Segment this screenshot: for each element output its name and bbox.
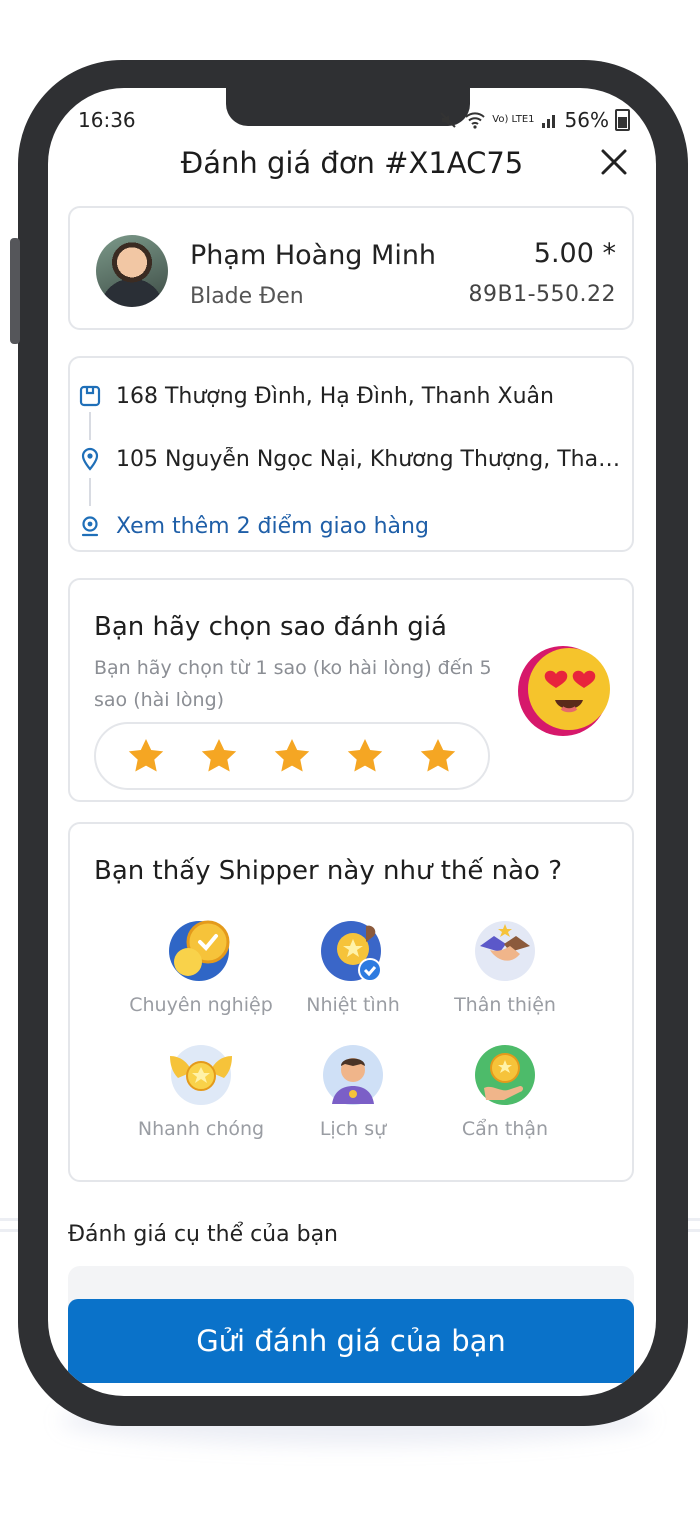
app-screen: 16:36 Vo) LTE1 56% Đánh giá đơn #X1AC75 … <box>48 88 656 1396</box>
winged-star-icon <box>170 1045 232 1105</box>
pickup-address: 168 Thượng Đình, Hạ Đình, Thanh Xuân <box>116 384 554 409</box>
avatar <box>96 235 168 307</box>
handshake-icon <box>475 921 535 981</box>
close-icon[interactable] <box>594 142 634 182</box>
network-label: Vo) LTE1 <box>492 114 535 125</box>
rating-subtitle: Bạn hãy chọn từ 1 sao (ko hài lòng) đến … <box>94 657 492 711</box>
wifi-icon <box>465 112 485 129</box>
star-icon[interactable] <box>272 736 312 776</box>
license-plate: 89B1-550.22 <box>468 282 616 307</box>
driver-vehicle: Blade Đen <box>190 284 304 309</box>
status-time: 16:36 <box>78 108 136 132</box>
badge-professional[interactable]: Chuyên nghiệp <box>126 918 276 1022</box>
badge-label: Chuyên nghiệp <box>129 994 273 1016</box>
badge-label: Lịch sự <box>319 1118 387 1140</box>
route-connector <box>89 478 91 506</box>
battery-icon <box>615 109 630 131</box>
more-stops-link[interactable]: Xem thêm 2 điểm giao hàng <box>116 514 626 539</box>
signal-icon <box>541 115 555 128</box>
star-icon[interactable] <box>199 736 239 776</box>
badge-label: Cẩn thận <box>461 1118 549 1140</box>
dropoff-address: 105 Nguyễn Ngọc Nại, Khương Thượng, Than… <box>116 447 626 472</box>
star-rating-card: Bạn hãy chọn sao đánh giá Bạn hãy chọn t… <box>68 578 634 802</box>
badge-polite[interactable]: Lịch sự <box>278 1042 428 1146</box>
more-stops-icon <box>81 516 99 537</box>
phone-side-button <box>10 238 20 344</box>
feedback-title: Bạn thấy Shipper này như thế nào ? <box>94 856 563 886</box>
page-title: Đánh giá đơn #X1AC75 <box>180 146 524 180</box>
badge-careful[interactable]: Cẩn thận <box>430 1042 580 1146</box>
detail-review-label: Đánh giá cụ thể của bạn <box>68 1222 338 1247</box>
polite-person-icon <box>323 1045 383 1105</box>
badge-label: Nhanh chóng <box>137 1118 265 1140</box>
enthusiastic-hand-star-icon <box>321 921 382 982</box>
star-selector <box>94 722 490 790</box>
driver-name: Phạm Hoàng Minh <box>190 240 437 271</box>
mute-icon <box>440 112 457 128</box>
route-connector <box>89 412 91 440</box>
badge-label: Nhiệt tình <box>306 994 400 1016</box>
star-icon[interactable] <box>418 736 458 776</box>
driver-card: Phạm Hoàng Minh Blade Đen 5.00 * 89B1-55… <box>68 206 634 330</box>
star-icon[interactable] <box>126 736 166 776</box>
phone-notch <box>226 88 470 126</box>
status-icons: Vo) LTE1 56% <box>438 108 630 132</box>
badge-enthusiastic[interactable]: Nhiệt tình <box>278 918 428 1022</box>
location-pin-icon <box>81 447 99 471</box>
careful-coin-hand-icon <box>475 1045 535 1105</box>
badge-fast[interactable]: Nhanh chóng <box>126 1042 276 1146</box>
battery-percent: 56% <box>564 108 609 132</box>
heart-eyes-emoji-icon <box>518 646 610 736</box>
medal-icon <box>169 920 230 981</box>
badge-label: Thân thiện <box>454 994 556 1016</box>
route-card: 168 Thượng Đình, Hạ Đình, Thanh Xuân 105… <box>68 356 634 552</box>
submit-review-button[interactable]: Gửi đánh giá của bạn <box>68 1299 634 1383</box>
feedback-card: Bạn thấy Shipper này như thế nào ? Chuyê… <box>68 822 634 1182</box>
star-icon[interactable] <box>345 736 385 776</box>
rating-title: Bạn hãy chọn sao đánh giá <box>94 612 447 642</box>
badge-friendly[interactable]: Thân thiện <box>430 918 580 1022</box>
driver-rating: 5.00 * <box>533 238 616 269</box>
package-icon <box>79 385 101 407</box>
